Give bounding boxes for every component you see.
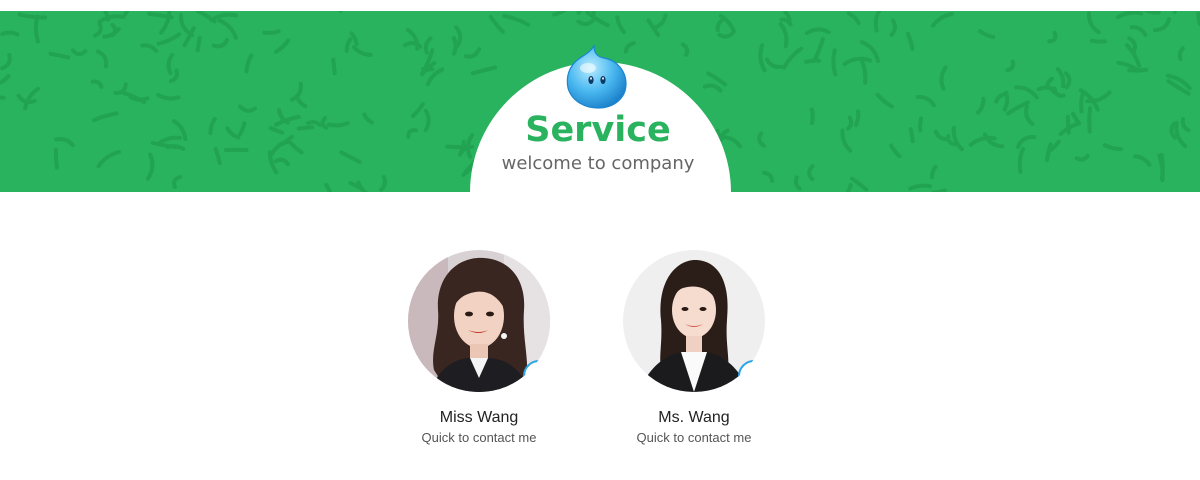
- section-title: Service: [525, 110, 671, 150]
- contact-name: Miss Wang: [439, 409, 519, 426]
- section-subtitle: welcome to company: [501, 153, 695, 174]
- avatar[interactable]: [408, 250, 550, 392]
- qq-icon[interactable]: [738, 360, 765, 392]
- contact-name: Ms. Wang: [658, 409, 730, 426]
- service-section: Service welcome to company Miss Wang Qui…: [0, 0, 1200, 480]
- qq-mascot-icon: [566, 44, 627, 109]
- avatar[interactable]: [623, 250, 765, 392]
- contact-link[interactable]: Quick to contact me: [394, 430, 564, 445]
- qq-icon[interactable]: [523, 360, 550, 392]
- contact-card[interactable]: Miss Wang Quick to contact me: [394, 250, 564, 445]
- contact-link[interactable]: Quick to contact me: [609, 430, 779, 445]
- contact-card[interactable]: Ms. Wang Quick to contact me: [609, 250, 779, 445]
